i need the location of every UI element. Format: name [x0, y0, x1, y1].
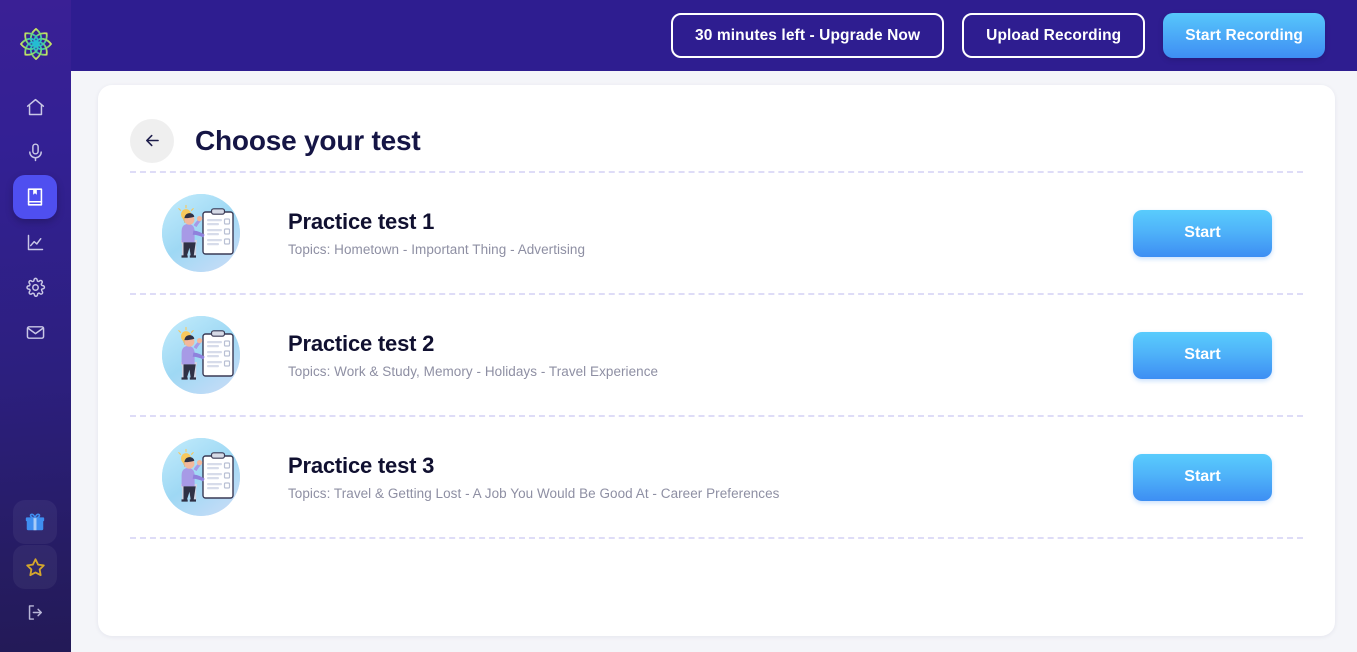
start-test-button[interactable]: Start — [1133, 331, 1272, 379]
book-icon — [27, 188, 43, 206]
app-root: 30 minutes left - Upgrade Now Upload Rec… — [0, 0, 1357, 652]
start-recording-label: Start Recording — [1185, 26, 1303, 44]
test-illustration — [162, 438, 240, 516]
sidebar-item-progress[interactable] — [13, 220, 57, 264]
mic-icon — [28, 142, 42, 161]
choose-test-card: Choose your test Practice test 1 Topics:… — [98, 85, 1335, 636]
card-header: Choose your test — [98, 85, 1335, 171]
star-icon — [25, 557, 45, 576]
top-header-bar: 30 minutes left - Upgrade Now Upload Rec… — [71, 0, 1357, 71]
test-list-item[interactable]: Practice test 1 Topics: Hometown - Impor… — [130, 173, 1303, 293]
test-list: Practice test 1 Topics: Hometown - Impor… — [98, 171, 1335, 539]
test-illustration — [162, 316, 240, 394]
sidebar-item-settings[interactable] — [13, 265, 57, 309]
home-icon — [26, 98, 44, 115]
test-text: Practice test 2 Topics: Work & Study, Me… — [240, 331, 1133, 379]
arrow-left-icon — [145, 134, 159, 147]
start-test-label: Start — [1184, 346, 1221, 363]
person-with-checklist-illustration-icon — [162, 438, 240, 516]
start-test-button[interactable]: Start — [1133, 209, 1272, 257]
page-title: Choose your test — [195, 124, 421, 156]
upgrade-button[interactable]: 30 minutes left - Upgrade Now — [671, 13, 945, 58]
test-title: Practice test 1 — [288, 209, 435, 234]
start-test-button[interactable]: Start — [1133, 453, 1272, 501]
sidebar-item-messages[interactable] — [13, 310, 57, 354]
start-recording-button[interactable]: Start Recording — [1163, 13, 1325, 58]
sidebar-item-tests[interactable] — [13, 175, 57, 219]
sidebar-item-favorite[interactable] — [13, 545, 57, 589]
test-title: Practice test 2 — [288, 331, 435, 356]
sidebar-item-home[interactable] — [13, 85, 57, 129]
test-topics: Topics: Hometown - Important Thing - Adv… — [288, 242, 586, 257]
mail-icon — [26, 325, 44, 339]
start-test-label: Start — [1184, 224, 1221, 241]
test-text: Practice test 1 Topics: Hometown - Impor… — [240, 209, 1133, 257]
sidebar — [0, 0, 71, 652]
test-title: Practice test 3 — [288, 453, 435, 478]
person-with-checklist-illustration-icon — [162, 316, 240, 394]
start-test-label: Start — [1184, 468, 1221, 485]
app-logo[interactable] — [14, 22, 58, 66]
upload-recording-label: Upload Recording — [986, 26, 1122, 44]
upgrade-button-label: 30 minutes left - Upgrade Now — [695, 26, 921, 44]
sidebar-item-logout[interactable] — [13, 590, 57, 634]
test-topics: Topics: Work & Study, Memory - Holidays … — [288, 364, 659, 379]
person-with-checklist-illustration-icon — [162, 194, 240, 272]
test-list-item[interactable]: Practice test 2 Topics: Work & Study, Me… — [130, 295, 1303, 415]
logout-icon — [28, 604, 42, 620]
test-text: Practice test 3 Topics: Travel & Getting… — [240, 453, 1133, 501]
list-divider — [130, 537, 1303, 539]
test-list-item[interactable]: Practice test 3 Topics: Travel & Getting… — [130, 417, 1303, 537]
test-topics: Topics: Travel & Getting Lost - A Job Yo… — [288, 486, 780, 501]
test-illustration — [162, 194, 240, 272]
chart-icon — [27, 234, 43, 250]
sidebar-item-recording[interactable] — [13, 130, 57, 174]
gift-icon — [25, 513, 45, 531]
back-button[interactable] — [130, 118, 174, 163]
upload-recording-button[interactable]: Upload Recording — [962, 13, 1146, 58]
sidebar-item-rewards[interactable] — [13, 500, 57, 544]
gear-icon — [25, 277, 45, 297]
flower-star-logo-icon — [19, 27, 53, 61]
